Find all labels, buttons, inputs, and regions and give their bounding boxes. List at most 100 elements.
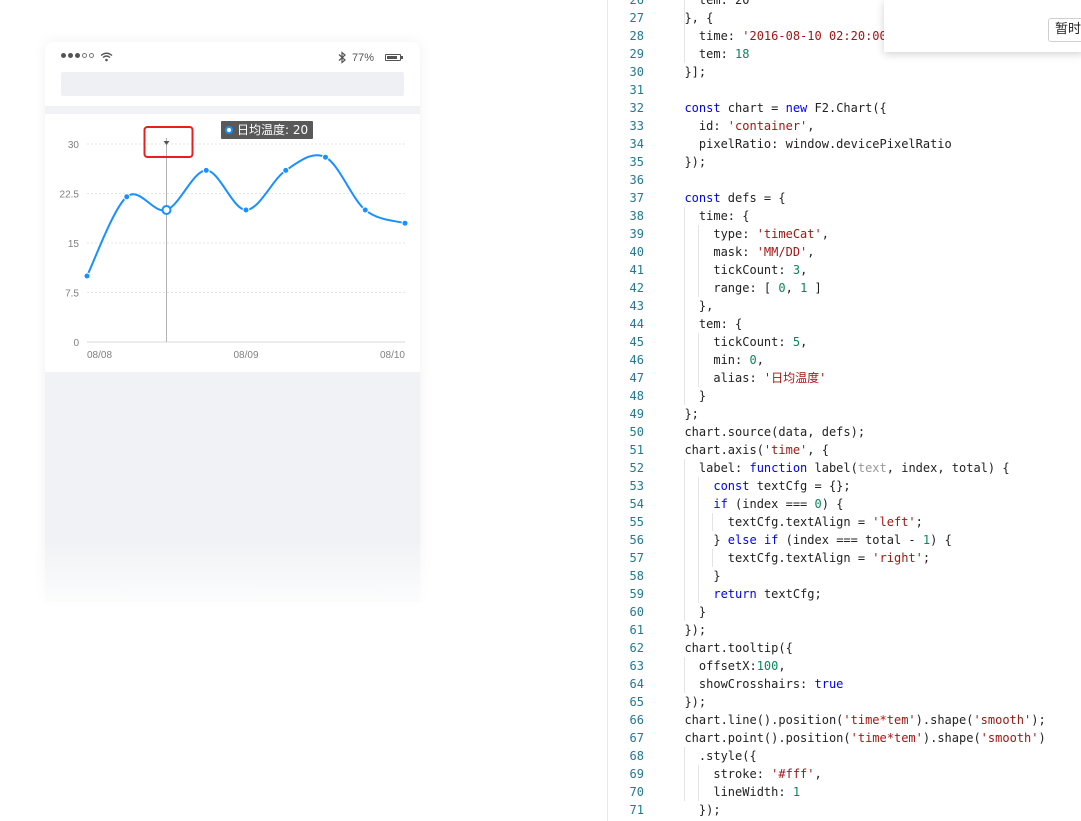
line-number: 43 bbox=[629, 299, 644, 313]
data-point bbox=[322, 153, 329, 161]
code-text: stroke: '#fff', bbox=[670, 767, 822, 781]
indent-guide bbox=[698, 477, 699, 603]
indent-guide bbox=[684, 657, 685, 693]
chart-card: 0 7.5 15 22.5 30 08/08 08/09 08/10 日均温度: 20 bbox=[45, 114, 420, 372]
line-number: 50 bbox=[629, 425, 644, 439]
code-text: textCfg.textAlign = 'left'; bbox=[670, 515, 923, 529]
series-line bbox=[86, 154, 406, 277]
popup-panel: 暂时 bbox=[884, 0, 1081, 52]
x-tick-label: 08/10 bbox=[380, 350, 405, 361]
code-text: } bbox=[670, 569, 721, 583]
line-number: 33 bbox=[629, 119, 644, 133]
indent-guide bbox=[712, 549, 713, 567]
line-number: 58 bbox=[629, 569, 644, 583]
line-number: 70 bbox=[629, 785, 644, 799]
code-text: chart.source(data, defs); bbox=[670, 425, 866, 439]
code-text: chart.axis('time', { bbox=[670, 443, 829, 457]
line-number: 61 bbox=[629, 623, 644, 637]
code-text: label: function label(text, index, total… bbox=[670, 461, 1010, 475]
line-number: 37 bbox=[629, 191, 644, 205]
data-point bbox=[202, 166, 210, 174]
code-text: mask: 'MM/DD', bbox=[670, 245, 815, 259]
line-number: 64 bbox=[629, 677, 644, 691]
data-point bbox=[83, 272, 91, 280]
code-editor[interactable]: 26 tem: 20 27 }, {28 time: '2016-08-10 02… bbox=[608, 0, 1081, 821]
indent-guide bbox=[684, 207, 685, 405]
line-number: 60 bbox=[629, 605, 644, 619]
line-number: 63 bbox=[629, 659, 644, 673]
pause-button[interactable]: 暂时 bbox=[1048, 18, 1081, 42]
y-tick-label: 30 bbox=[68, 140, 80, 151]
indent-guide bbox=[684, 747, 685, 801]
line-number: 57 bbox=[629, 551, 644, 565]
bluetooth-icon bbox=[338, 51, 346, 64]
tooltip-label: 日均温度: bbox=[237, 122, 293, 137]
line-number: 67 bbox=[629, 731, 644, 745]
line-number: 34 bbox=[629, 137, 644, 151]
data-point bbox=[123, 193, 131, 201]
screen: 77% 0 7.5 15 22.5 30 08/08 08/09 08/10 日均温度: 20 … bbox=[0, 0, 1081, 821]
code-text: }); bbox=[670, 155, 707, 169]
code-text: }, bbox=[670, 299, 714, 313]
line-number: 62 bbox=[629, 641, 644, 655]
line-number: 39 bbox=[629, 227, 644, 241]
code-text: }); bbox=[670, 623, 707, 637]
line-number: 71 bbox=[629, 803, 644, 817]
code-text: range: [ 0, 1 ] bbox=[670, 281, 822, 295]
y-tick-label: 0 bbox=[73, 338, 79, 349]
line-number: 32 bbox=[629, 101, 644, 115]
data-point bbox=[282, 166, 290, 174]
battery-percent: 77% bbox=[352, 52, 375, 64]
line-number: 55 bbox=[629, 515, 644, 529]
data-point bbox=[401, 219, 409, 227]
line-number: 54 bbox=[629, 497, 644, 511]
code-text: if (index === 0) { bbox=[713, 497, 844, 511]
data-point bbox=[361, 206, 369, 214]
code-text: chart.point().position('time*tem').shape… bbox=[670, 731, 1046, 745]
code-text: chart.line().position('time*tem').shape(… bbox=[670, 713, 1046, 727]
code-text: tem: 18 bbox=[670, 47, 750, 61]
code-text: chart.tooltip({ bbox=[670, 641, 793, 655]
tooltip-value: 20 bbox=[293, 123, 308, 137]
battery-icon bbox=[385, 54, 403, 61]
indent-guide bbox=[684, 0, 685, 63]
code-text: id: 'container', bbox=[670, 119, 815, 133]
line-chart: 0 7.5 15 22.5 30 08/08 08/09 08/10 日均温度: 20 bbox=[60, 121, 409, 361]
code-text: return textCfg; bbox=[713, 587, 822, 601]
indent-guide bbox=[698, 225, 699, 297]
code-text: }); bbox=[670, 695, 707, 709]
indent-guide bbox=[698, 333, 699, 387]
code-text: } bbox=[670, 389, 707, 403]
line-number: 27 bbox=[629, 11, 644, 25]
x-tick-label: 08/08 bbox=[87, 350, 112, 361]
line-number: 29 bbox=[629, 47, 644, 61]
code-text: time: '2016-08-10 02:20:00', bbox=[670, 29, 901, 43]
code-text: tem: 20 bbox=[670, 0, 750, 7]
line-number: 59 bbox=[629, 587, 644, 601]
line-number: 47 bbox=[629, 371, 644, 385]
code-text: lineWidth: 1 bbox=[670, 785, 801, 799]
code-text: } else if (index === total - 1) { bbox=[713, 533, 952, 547]
line-number: 40 bbox=[629, 245, 644, 259]
active-point bbox=[161, 205, 172, 215]
line-number: 68 bbox=[629, 749, 644, 763]
code-text: }; bbox=[670, 407, 699, 421]
mobile-preview: 77% 0 7.5 15 22.5 30 08/08 08/09 08/10 日均温度: 20 bbox=[45, 42, 420, 602]
code-text: alias: '日均温度' bbox=[670, 371, 827, 385]
address-bar[interactable] bbox=[61, 72, 404, 96]
y-tick-label: 7.5 bbox=[65, 289, 79, 300]
code-text: } bbox=[670, 605, 707, 619]
code-text: textCfg.textAlign = 'right'; bbox=[670, 551, 931, 565]
line-number: 52 bbox=[629, 461, 644, 475]
x-tick-label: 08/09 bbox=[233, 350, 258, 361]
line-number: 42 bbox=[629, 281, 644, 295]
indent-guide bbox=[698, 765, 699, 801]
line-number: 51 bbox=[629, 443, 644, 457]
line-number: 69 bbox=[629, 767, 644, 781]
code-text: }); bbox=[670, 803, 721, 817]
code-text: tickCount: 3, bbox=[670, 263, 808, 277]
code-text: const chart = new F2.Chart({ bbox=[684, 101, 887, 115]
line-number: 36 bbox=[629, 173, 644, 187]
code-text: }]; bbox=[670, 65, 707, 79]
code-text: tickCount: 5, bbox=[670, 335, 808, 349]
